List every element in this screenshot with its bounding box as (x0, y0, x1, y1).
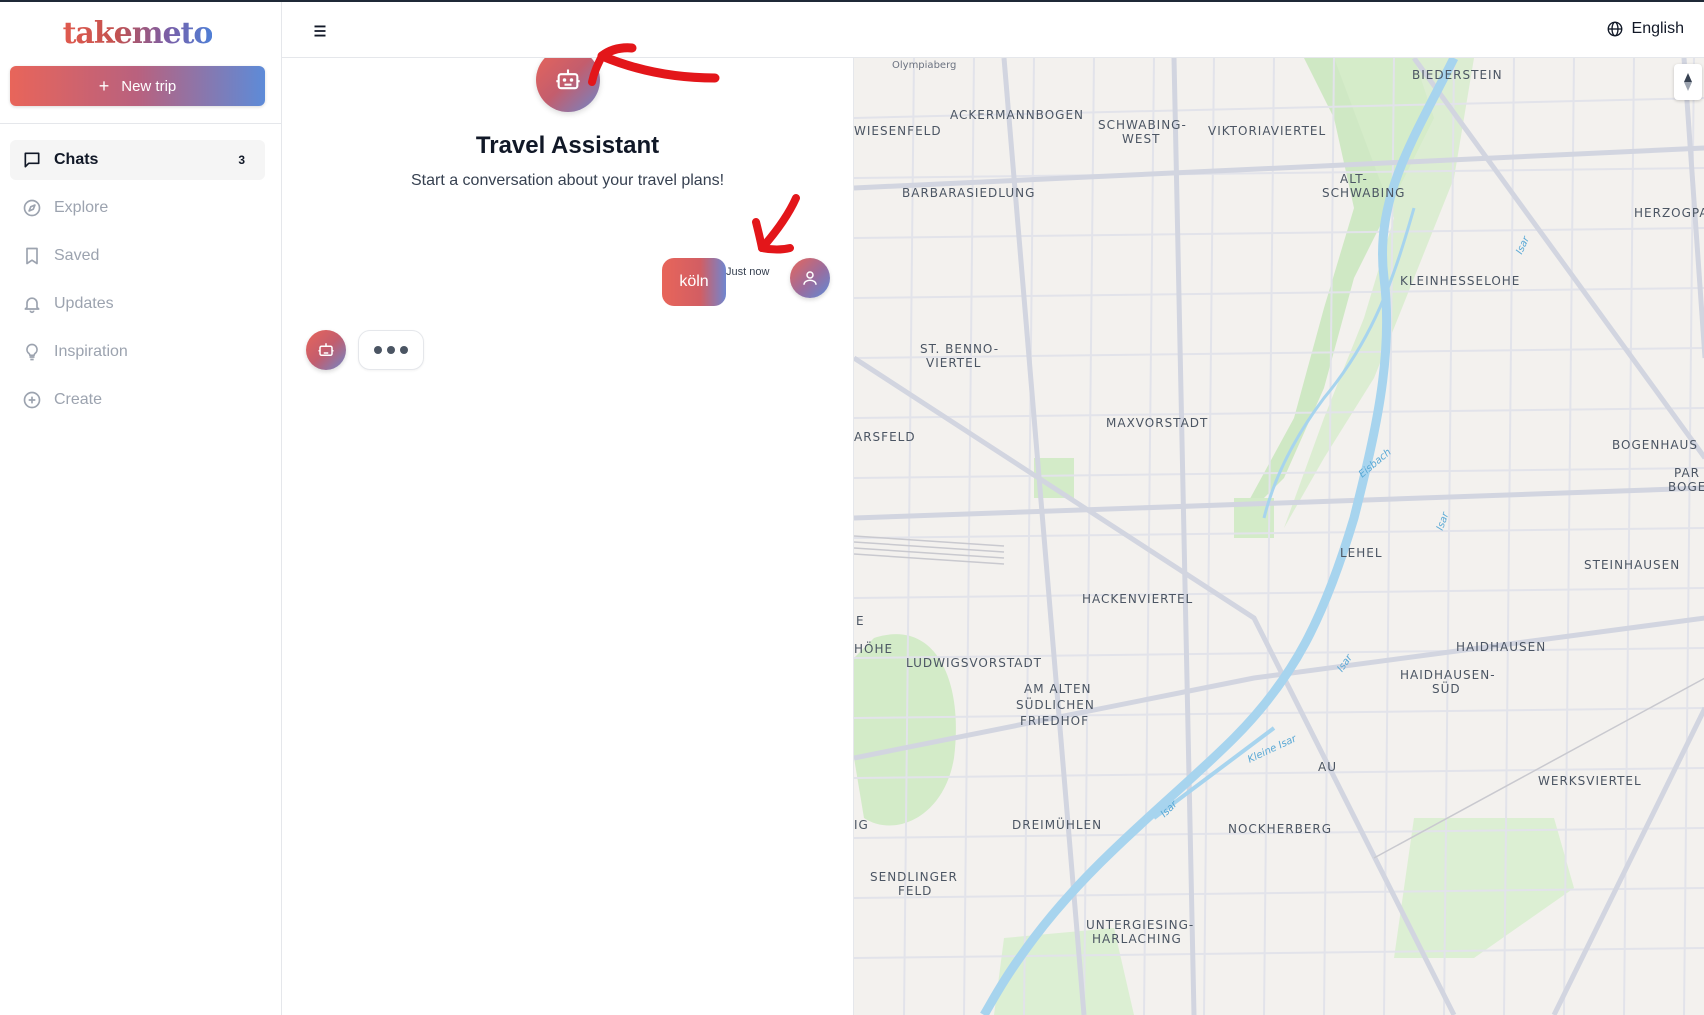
map-label: BARBARASIEDLUNG (902, 186, 1036, 200)
map-label: ACKERMANNBOGEN (950, 108, 1085, 122)
user-avatar (790, 258, 830, 298)
map-label: UNTERGIESING- (1086, 918, 1195, 932)
map-label: Olympiaberg (892, 60, 957, 71)
map-view[interactable]: Olympiaberg BIEDERSTEIN ACKERMANNBOGEN S… (853, 58, 1704, 1015)
map-label: ALT- (1340, 172, 1368, 186)
language-label: English (1631, 20, 1684, 37)
map-label: HERZOGPAR (1634, 206, 1704, 220)
map-label: LUDWIGSVORSTADT (906, 656, 1043, 670)
map-label: IG (854, 818, 869, 832)
plus-circle-icon (22, 390, 42, 410)
hamburger-menu-icon[interactable] (309, 20, 331, 42)
map-label: NOCKHERBERG (1228, 822, 1333, 836)
compass-icon (22, 198, 42, 218)
bookmark-icon (22, 246, 42, 266)
sidebar-item-saved[interactable]: Saved (10, 236, 265, 276)
chat-count-badge: 3 (238, 153, 245, 167)
lightbulb-icon (22, 342, 42, 362)
bell-icon (22, 294, 42, 314)
map-label: STEINHAUSEN (1584, 558, 1681, 572)
annotation-arrow (752, 194, 800, 254)
sidebar-item-updates[interactable]: Updates (10, 284, 265, 324)
typing-dot (400, 346, 408, 354)
map-label: FRIEDHOF (1020, 714, 1089, 728)
globe-icon (1607, 21, 1622, 37)
message-timestamp: Just now (726, 266, 770, 278)
map-label: AU (1318, 760, 1337, 774)
map-label: BOGE (1668, 480, 1704, 494)
sidebar-item-label: Updates (54, 295, 114, 312)
map-label: WEST (1122, 132, 1161, 146)
map-label: WIESENFELD (854, 124, 942, 138)
map-label: SCHWABING (1322, 186, 1406, 200)
map-label: DREIMÜHLEN (1012, 818, 1103, 832)
app-logo[interactable]: takemeto (0, 16, 275, 51)
chat-title: Travel Assistant (475, 132, 660, 159)
plus-icon: + (98, 76, 110, 96)
map-label: SCHWABING- (1098, 118, 1187, 132)
map-label: MAXVORSTADT (1106, 416, 1209, 430)
annotation-arrow (588, 43, 720, 86)
map-label: ST. BENNO- (920, 342, 1000, 356)
map-label: KLEINHESSELOHE (1400, 274, 1521, 288)
assistant-avatar (306, 330, 346, 370)
sidebar: takemeto + New trip Chats 3 Explore Save… (0, 2, 282, 1015)
sidebar-item-label: Saved (54, 247, 100, 264)
map-label: LEHEL (1340, 546, 1383, 560)
sidebar-item-inspiration[interactable]: Inspiration (10, 332, 265, 372)
map-compass-button[interactable] (1674, 64, 1702, 100)
robot-icon (556, 69, 580, 90)
map-label: SÜDLICHEN (1016, 698, 1095, 712)
map-label: ARSFELD (854, 430, 916, 444)
new-trip-label: New trip (121, 77, 177, 95)
map-base-layer (854, 58, 1704, 1015)
map-label: WERKSVIERTEL (1538, 774, 1642, 788)
map-label: HAIDHAUSEN (1456, 640, 1547, 654)
chat-bubble-icon (22, 150, 42, 170)
robot-icon (318, 343, 334, 356)
chat-subtitle: Start a conversation about your travel p… (410, 172, 725, 189)
language-selector[interactable]: English (1606, 20, 1684, 38)
sidebar-divider (0, 123, 281, 124)
map-label: E (856, 614, 865, 628)
sidebar-item-label: Create (54, 391, 103, 408)
map-label: SÜD (1432, 682, 1461, 696)
map-label: PAR (1674, 466, 1701, 480)
map-label: VIKTORIAVIERTEL (1208, 124, 1327, 138)
sidebar-item-label: Explore (54, 199, 109, 216)
user-icon (803, 271, 817, 285)
compass-needle-icon (1684, 73, 1692, 91)
map-label: VIERTEL (926, 356, 982, 370)
map-label: SENDLINGER (870, 870, 958, 884)
typing-dot (387, 346, 395, 354)
map-label: BIEDERSTEIN (1412, 68, 1503, 82)
typing-dot (374, 346, 382, 354)
new-trip-button[interactable]: + New trip (10, 66, 265, 106)
typing-indicator (358, 330, 424, 370)
top-header: English (282, 2, 1704, 58)
sidebar-item-create[interactable]: Create (10, 380, 265, 420)
map-label: FELD (898, 884, 933, 898)
map-label: AM ALTEN (1024, 682, 1092, 696)
sidebar-item-chats[interactable]: Chats 3 (10, 140, 265, 180)
map-label: HAIDHAUSEN- (1400, 668, 1496, 682)
map-label: HÖHE (854, 642, 894, 656)
map-label: BOGENHAUS (1612, 438, 1698, 452)
sidebar-nav: Chats 3 Explore Saved Updates Inspiratio… (10, 140, 265, 428)
map-label: HACKENVIERTEL (1082, 592, 1194, 606)
map-label: HARLACHING (1092, 932, 1182, 946)
sidebar-item-label: Inspiration (54, 343, 128, 360)
user-message-bubble: köln (662, 258, 726, 306)
sidebar-item-label: Chats (54, 151, 99, 168)
sidebar-item-explore[interactable]: Explore (10, 188, 265, 228)
